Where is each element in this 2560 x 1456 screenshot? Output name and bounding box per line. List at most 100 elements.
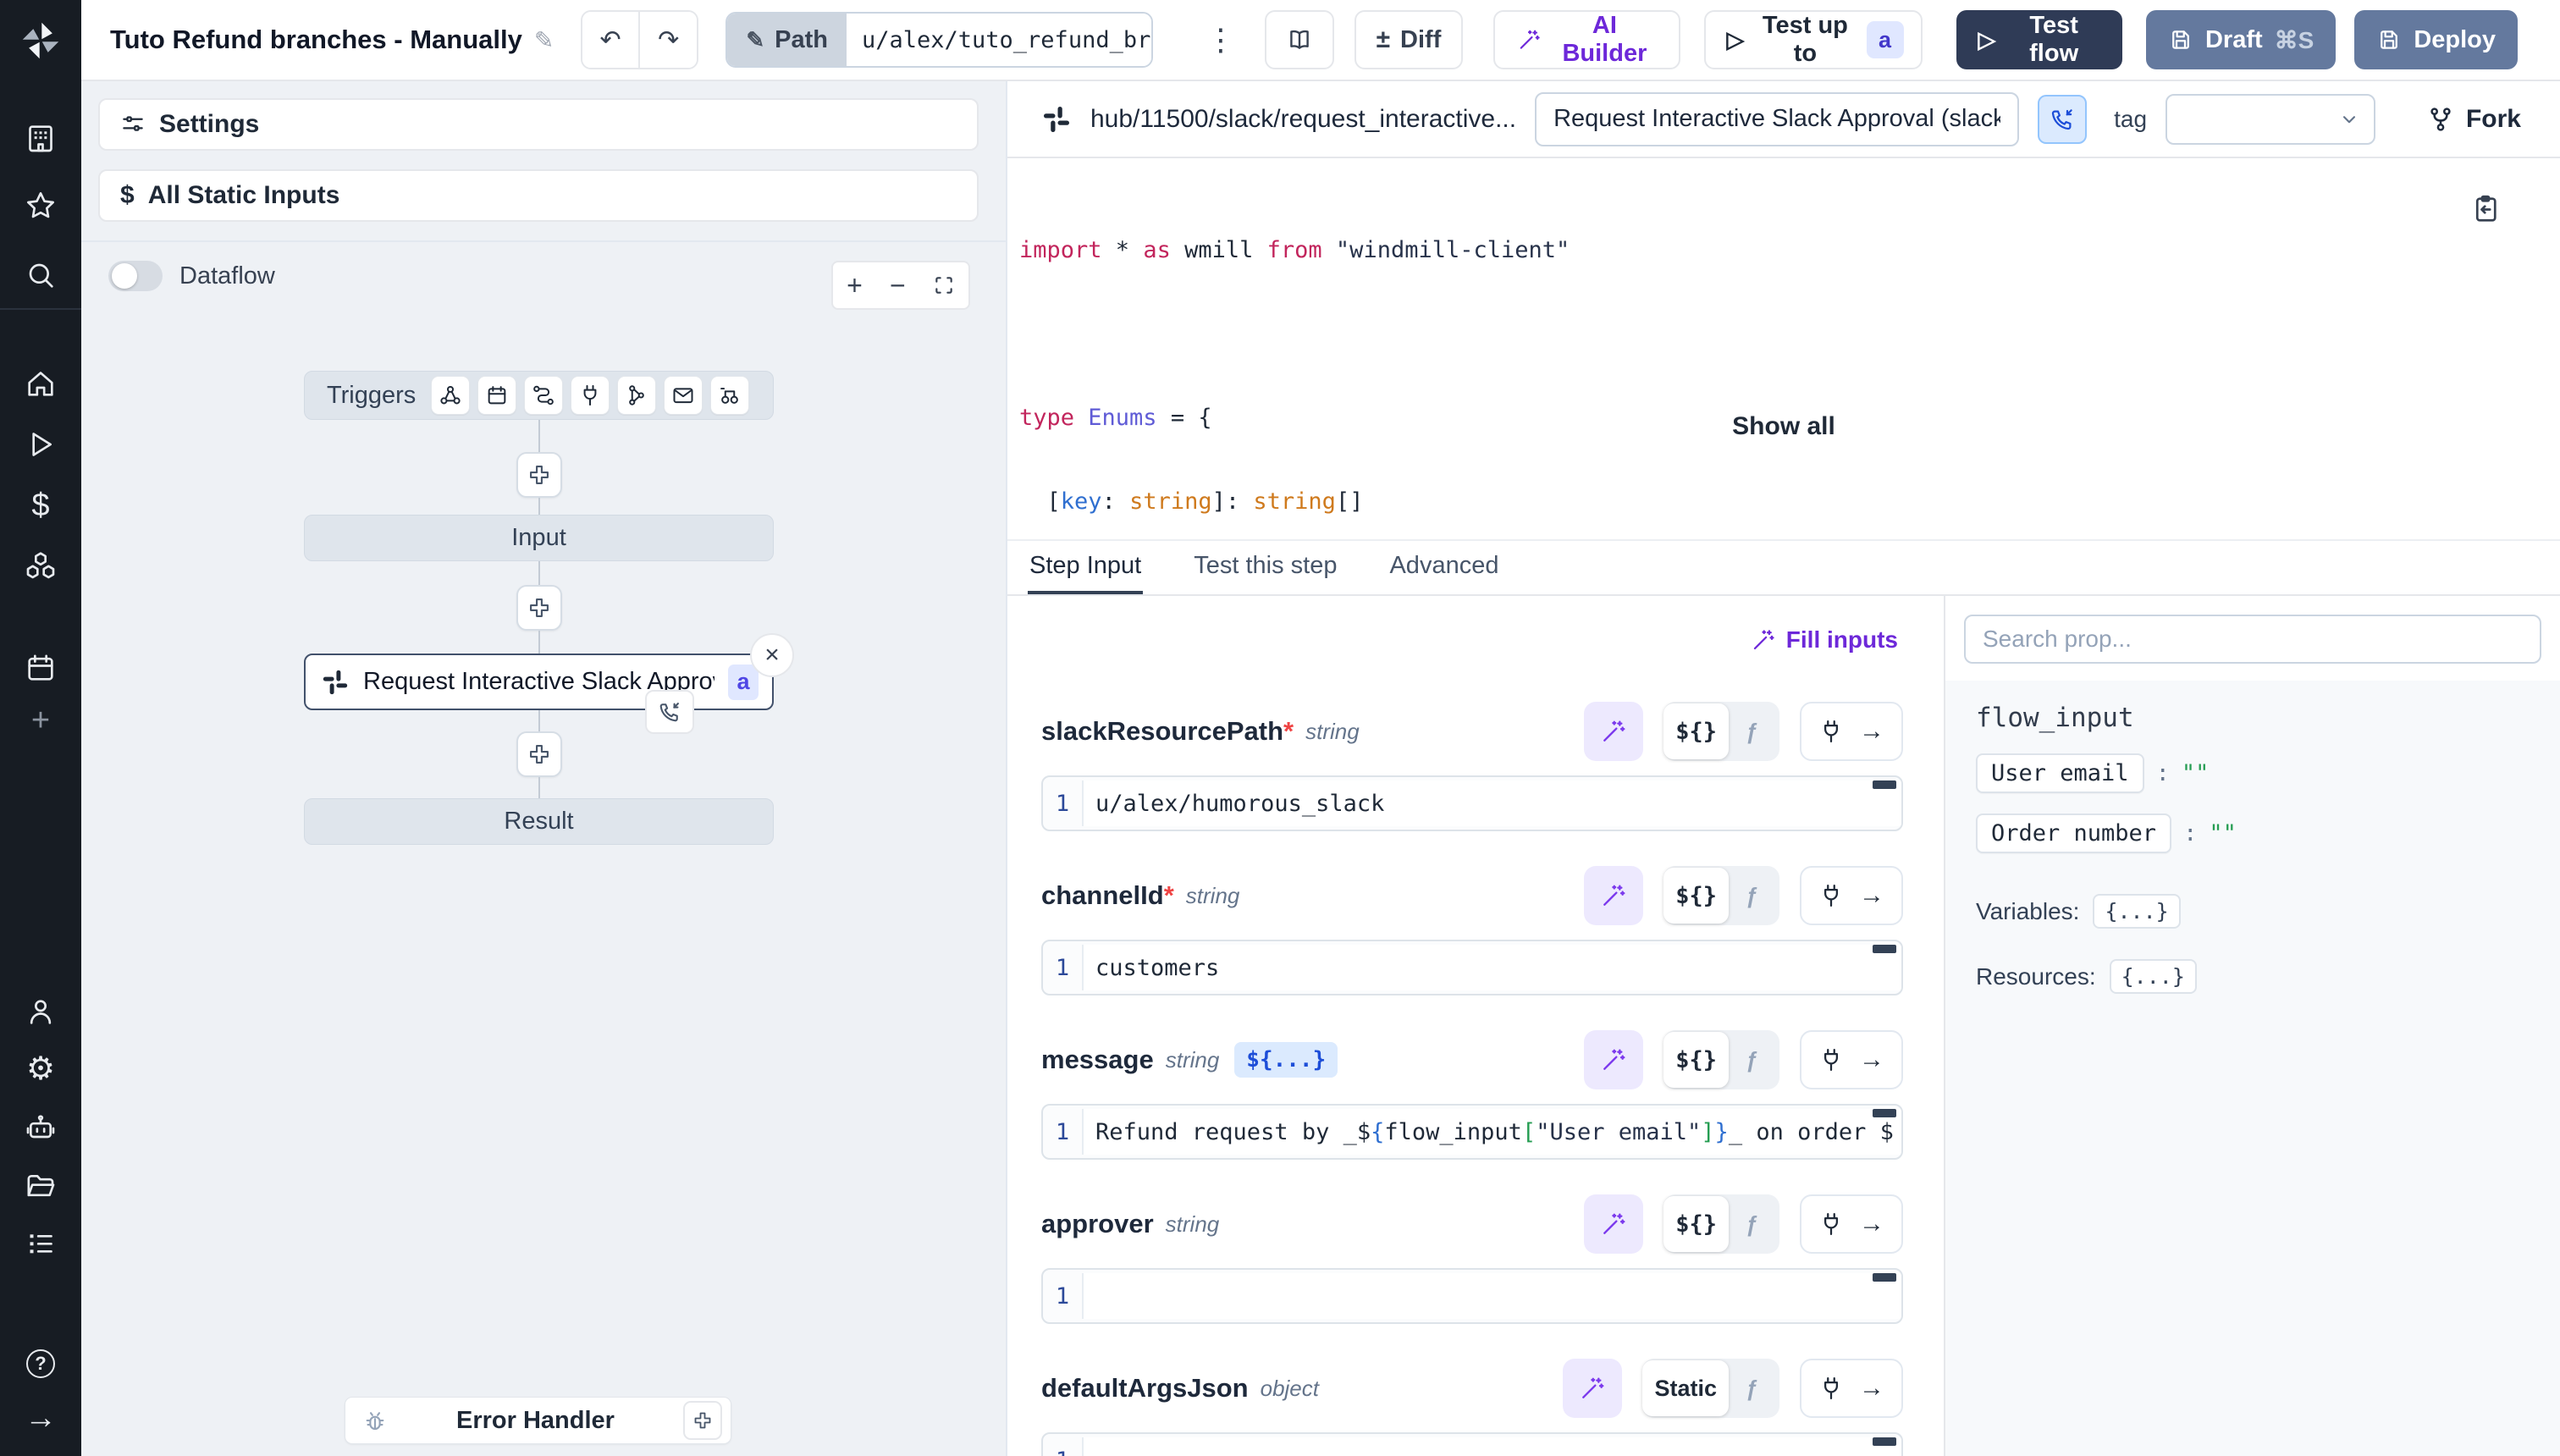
search-prop-input[interactable] bbox=[1964, 615, 2541, 664]
result-node[interactable]: Result bbox=[304, 798, 774, 845]
add-step-button[interactable] bbox=[516, 585, 562, 631]
logs-list-icon[interactable] bbox=[21, 1224, 60, 1263]
add-error-handler-button[interactable] bbox=[683, 1401, 722, 1440]
ai-fill-wand-button[interactable] bbox=[1563, 1359, 1622, 1418]
tab-advanced[interactable]: Advanced bbox=[1388, 541, 1500, 594]
value-editor[interactable]: 1 customers bbox=[1041, 940, 1903, 995]
plug-icon[interactable] bbox=[1818, 1211, 1844, 1237]
schedule-trigger-icon[interactable] bbox=[477, 376, 516, 415]
zoom-in-button[interactable]: + bbox=[847, 272, 863, 299]
workers-robot-icon[interactable] bbox=[21, 1109, 60, 1148]
search-icon[interactable] bbox=[21, 256, 60, 295]
ai-fill-wand-button[interactable] bbox=[1584, 866, 1643, 925]
flow-input-prop[interactable]: Order number : "" bbox=[1976, 813, 2543, 853]
fork-button[interactable]: Fork bbox=[2422, 104, 2526, 135]
slack-approval-step-node[interactable]: Request Interactive Slack Approval (... … bbox=[304, 654, 774, 710]
schedules-calendar-icon[interactable] bbox=[21, 648, 60, 687]
all-static-inputs-button[interactable]: $All Static Inputs bbox=[98, 169, 979, 222]
suspend-approval-phone-button[interactable] bbox=[2038, 95, 2087, 144]
add-step-button[interactable] bbox=[516, 731, 562, 777]
arrow-right-icon[interactable]: → bbox=[1859, 1376, 1884, 1401]
plug-icon[interactable] bbox=[1818, 883, 1844, 908]
settings-gear-icon[interactable]: ⚙ bbox=[21, 1050, 60, 1089]
function-mode-button[interactable]: ƒ bbox=[1729, 1047, 1774, 1073]
expr-mode-button[interactable]: ${} bbox=[1663, 1196, 1729, 1252]
folders-icon[interactable] bbox=[21, 1166, 60, 1205]
path-chip[interactable]: ✎Path bbox=[727, 14, 847, 66]
flow-settings-button[interactable]: Settings bbox=[98, 98, 979, 151]
add-step-button[interactable] bbox=[516, 452, 562, 498]
add-plus-icon[interactable]: + bbox=[21, 701, 60, 740]
resources-object-pill[interactable]: {...} bbox=[2110, 959, 2197, 994]
test-up-to-button[interactable]: ▷Test up toa bbox=[1704, 10, 1922, 69]
triggers-node[interactable]: Triggers bbox=[304, 371, 774, 420]
hub-script-path[interactable]: hub/11500/slack/request_interactive... bbox=[1090, 105, 1516, 134]
home-icon[interactable] bbox=[21, 364, 60, 403]
function-mode-button[interactable]: ƒ bbox=[1729, 1211, 1774, 1238]
websocket-plug-trigger-icon[interactable] bbox=[571, 376, 610, 415]
resources-cubes-icon[interactable] bbox=[21, 547, 60, 586]
tab-test-this-step[interactable]: Test this step bbox=[1192, 541, 1338, 594]
function-mode-button[interactable]: ƒ bbox=[1729, 1376, 1774, 1402]
code-preview[interactable]: import * as wmill from "windmill-client"… bbox=[1007, 158, 2560, 539]
value-editor[interactable]: 1 u/alex/humorous_slack bbox=[1041, 775, 1903, 831]
ai-fill-wand-button[interactable] bbox=[1584, 1194, 1643, 1254]
ai-fill-wand-button[interactable] bbox=[1584, 702, 1643, 761]
dataflow-toggle[interactable] bbox=[108, 261, 163, 291]
function-mode-button[interactable]: ƒ bbox=[1729, 719, 1774, 745]
error-handler-node[interactable]: Error Handler bbox=[345, 1397, 731, 1444]
webhook-trigger-icon[interactable] bbox=[431, 376, 470, 415]
flow-input-prop[interactable]: User email : "" bbox=[1976, 753, 2543, 793]
runs-play-icon[interactable] bbox=[21, 425, 60, 464]
function-mode-button[interactable]: ƒ bbox=[1729, 883, 1774, 909]
step-summary-input[interactable] bbox=[1535, 92, 2019, 146]
input-node[interactable]: Input bbox=[304, 515, 774, 561]
docs-book-button[interactable] bbox=[1265, 10, 1334, 69]
deploy-button[interactable]: Deploy bbox=[2354, 10, 2518, 69]
fill-inputs-button[interactable]: Fill inputs bbox=[1746, 626, 1903, 654]
arrow-right-icon[interactable]: → bbox=[1859, 1211, 1884, 1237]
plug-icon[interactable] bbox=[1818, 1376, 1844, 1401]
fit-view-icon[interactable] bbox=[933, 274, 955, 296]
help-icon[interactable]: ? bbox=[21, 1344, 60, 1383]
value-editor[interactable]: 1 Refund request by _${flow_input["User … bbox=[1041, 1104, 1903, 1160]
kafka-trigger-icon[interactable] bbox=[617, 376, 656, 415]
expr-mode-button[interactable]: ${} bbox=[1663, 703, 1729, 759]
arrow-right-icon[interactable]: → bbox=[1859, 883, 1884, 908]
show-all-button[interactable]: Show all bbox=[1007, 412, 2560, 441]
redo-button[interactable]: ↷ bbox=[640, 12, 697, 68]
arrow-right-icon[interactable]: → bbox=[1859, 719, 1884, 744]
tag-select[interactable] bbox=[2166, 94, 2375, 145]
user-icon[interactable] bbox=[21, 992, 60, 1031]
value-editor[interactable]: 1 bbox=[1041, 1432, 1903, 1456]
ai-fill-wand-button[interactable] bbox=[1584, 1030, 1643, 1089]
undo-button[interactable]: ↶ bbox=[582, 12, 640, 68]
prop-key-pill[interactable]: User email bbox=[1976, 753, 2144, 793]
more-menu-kebab-icon[interactable]: ⋮ bbox=[1200, 24, 1241, 56]
expr-mode-button[interactable]: ${} bbox=[1663, 868, 1729, 924]
poll-trigger-icon[interactable] bbox=[710, 376, 749, 415]
plug-icon[interactable] bbox=[1818, 1047, 1844, 1073]
workspace-icon[interactable] bbox=[21, 119, 60, 157]
expr-mode-button[interactable]: ${} bbox=[1663, 1032, 1729, 1088]
remove-step-button[interactable]: × bbox=[750, 633, 794, 677]
expand-arrow-icon[interactable]: → bbox=[21, 1398, 60, 1437]
favorites-star-icon[interactable] bbox=[21, 186, 60, 225]
copy-code-button[interactable] bbox=[2465, 192, 2506, 227]
prop-key-pill[interactable]: Order number bbox=[1976, 813, 2171, 853]
tab-step-input[interactable]: Step Input bbox=[1028, 541, 1143, 594]
variables-dollar-icon[interactable]: $ bbox=[21, 486, 60, 525]
variables-object-pill[interactable]: {...} bbox=[2093, 894, 2180, 929]
value-editor[interactable]: 1 bbox=[1041, 1268, 1903, 1324]
http-route-trigger-icon[interactable] bbox=[524, 376, 563, 415]
flow-input-title[interactable]: flow_input bbox=[1976, 703, 2543, 733]
draft-button[interactable]: Draft⌘S bbox=[2146, 10, 2336, 69]
email-trigger-icon[interactable] bbox=[664, 376, 703, 415]
flow-canvas[interactable]: Settings $All Static Inputs Dataflow + −… bbox=[81, 81, 1007, 1456]
edit-title-pencil-icon[interactable]: ✎ bbox=[534, 26, 554, 54]
static-mode-button[interactable]: Static bbox=[1642, 1360, 1729, 1416]
test-flow-button[interactable]: ▷Test flow bbox=[1956, 10, 2122, 69]
diff-button[interactable]: ±Diff bbox=[1354, 10, 1464, 69]
zoom-out-button[interactable]: − bbox=[890, 272, 906, 299]
plug-icon[interactable] bbox=[1818, 719, 1844, 744]
